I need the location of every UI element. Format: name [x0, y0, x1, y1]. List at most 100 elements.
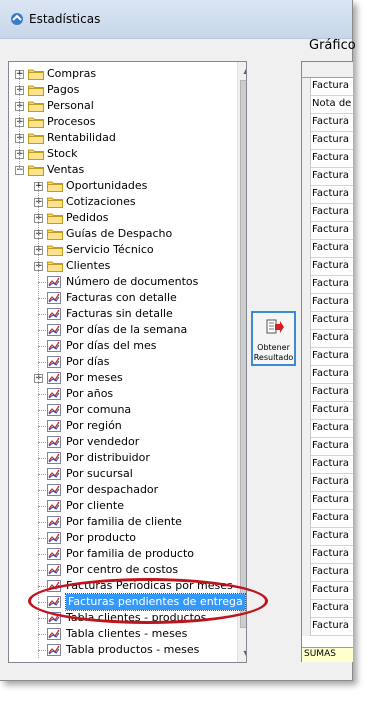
tree-item-report[interactable]: Por familia de producto — [9, 546, 237, 562]
tree-item-report[interactable]: Por distribuidor — [9, 450, 237, 466]
table-row[interactable]: Factura — [302, 564, 353, 582]
row-selector[interactable] — [302, 618, 311, 636]
table-row[interactable]: Factura — [302, 510, 353, 528]
table-row[interactable]: Factura — [302, 528, 353, 546]
row-selector[interactable] — [302, 150, 311, 168]
tree-item-folder[interactable]: + Procesos — [9, 114, 237, 130]
row-selector[interactable] — [302, 474, 311, 492]
table-row[interactable]: Factura — [302, 330, 353, 348]
results-grid[interactable]: SUMAS Factura Nota de Factura Factura Factur… — [301, 61, 353, 662]
scrollbar-thumb[interactable] — [240, 80, 246, 628]
table-row[interactable]: Factura — [302, 168, 353, 186]
table-row[interactable]: Factura — [302, 114, 353, 132]
tree-item-folder[interactable]: + Stock — [9, 146, 237, 162]
row-selector[interactable] — [302, 456, 311, 474]
row-selector[interactable] — [302, 510, 311, 528]
tree-item-report[interactable]: Por cliente — [9, 498, 237, 514]
row-selector[interactable] — [302, 330, 311, 348]
row-selector[interactable] — [302, 222, 311, 240]
tree-item-report[interactable]: Por centro de costos — [9, 562, 237, 578]
row-selector[interactable] — [302, 78, 311, 96]
tree-item-folder[interactable]: + Cotizaciones — [9, 194, 237, 210]
tree-item-report[interactable]: Por región — [9, 418, 237, 434]
row-selector[interactable] — [302, 384, 311, 402]
table-row[interactable]: Factura — [302, 78, 353, 96]
tree-item-report[interactable]: Por comuna — [9, 402, 237, 418]
tree-item-report[interactable]: Por producto — [9, 530, 237, 546]
tree-item-folder[interactable]: + Personal — [9, 98, 237, 114]
table-row[interactable]: Factura — [302, 366, 353, 384]
row-selector[interactable] — [302, 240, 311, 258]
row-selector[interactable] — [302, 168, 311, 186]
row-selector[interactable] — [302, 258, 311, 276]
row-selector[interactable] — [302, 438, 311, 456]
table-row[interactable]: Factura — [302, 294, 353, 312]
report-tree[interactable]: ▲ ▼ +Compras+Pagos+Personal+Procesos+Ren… — [8, 61, 247, 663]
table-row[interactable]: Factura — [302, 546, 353, 564]
tree-item-report[interactable]: Por vendedor — [9, 434, 237, 450]
table-row[interactable]: Factura — [302, 240, 353, 258]
tree-item-report[interactable]: Por sucursal — [9, 466, 237, 482]
row-selector[interactable] — [302, 204, 311, 222]
table-row[interactable]: Factura — [302, 420, 353, 438]
row-selector[interactable] — [302, 528, 311, 546]
table-row[interactable]: Factura — [302, 456, 353, 474]
row-selector[interactable] — [302, 582, 311, 600]
tree-item-report[interactable]: Número de documentos — [9, 274, 237, 290]
scroll-down-button[interactable]: ▼ — [238, 645, 246, 662]
tree-item-report[interactable]: Facturas con detalle — [9, 290, 237, 306]
table-row[interactable]: Factura — [302, 132, 353, 150]
table-row[interactable]: Factura — [302, 150, 353, 168]
row-selector[interactable] — [302, 546, 311, 564]
tree-item-folder[interactable]: + Pedidos — [9, 210, 237, 226]
tree-item-report[interactable]: Por días — [9, 354, 237, 370]
tree-item-report[interactable]: Tabla productos - meses — [9, 642, 237, 658]
table-row[interactable]: Factura — [302, 474, 353, 492]
tree-item-report[interactable]: Por días del mes — [9, 338, 237, 354]
tree-item-report[interactable]: Tabla clientes - meses — [9, 626, 237, 642]
table-row[interactable]: Factura — [302, 276, 353, 294]
table-row[interactable]: Factura — [302, 618, 353, 636]
tree-item-folder[interactable]: + Oportunidades — [9, 178, 237, 194]
table-row[interactable]: Factura — [302, 348, 353, 366]
tree-item-folder[interactable]: + Clientes — [9, 258, 237, 274]
row-selector[interactable] — [302, 348, 311, 366]
row-selector[interactable] — [302, 96, 311, 114]
row-selector[interactable] — [302, 564, 311, 582]
tree-item-report[interactable]: Por años — [9, 386, 237, 402]
table-row[interactable]: Factura — [302, 492, 353, 510]
row-selector[interactable] — [302, 186, 311, 204]
row-selector[interactable] — [302, 366, 311, 384]
table-row[interactable]: Factura — [302, 438, 353, 456]
tree-item-report[interactable]: + Por meses — [9, 370, 237, 386]
tree-item-report[interactable]: Por familia de cliente — [9, 514, 237, 530]
row-selector[interactable] — [302, 312, 311, 330]
scroll-up-button[interactable]: ▲ — [238, 62, 246, 79]
tree-scrollbar[interactable]: ▲ ▼ — [237, 62, 246, 662]
tree-item-folder[interactable]: + Servicio Técnico — [9, 242, 237, 258]
table-row[interactable]: Factura — [302, 258, 353, 276]
row-selector[interactable] — [302, 276, 311, 294]
tree-item-folder[interactable]: + Pagos — [9, 82, 237, 98]
table-row[interactable]: Factura — [302, 312, 353, 330]
tree-item-report[interactable]: Por días de la semana — [9, 322, 237, 338]
table-row[interactable]: Factura — [302, 582, 353, 600]
row-selector[interactable] — [302, 114, 311, 132]
table-row[interactable]: Factura — [302, 402, 353, 420]
row-selector[interactable] — [302, 132, 311, 150]
table-row[interactable]: Factura — [302, 204, 353, 222]
table-row[interactable]: Factura — [302, 222, 353, 240]
table-row[interactable]: Factura — [302, 384, 353, 402]
row-selector[interactable] — [302, 420, 311, 438]
row-selector[interactable] — [302, 294, 311, 312]
row-selector[interactable] — [302, 600, 311, 618]
table-row[interactable]: Factura — [302, 600, 353, 618]
tree-item-report[interactable]: Por despachador — [9, 482, 237, 498]
obtain-result-button[interactable]: Obtener Resultado — [251, 311, 296, 366]
table-row[interactable]: Factura — [302, 186, 353, 204]
tree-item-folder[interactable]: + Rentabilidad — [9, 130, 237, 146]
row-selector[interactable] — [302, 492, 311, 510]
tree-item-report[interactable]: Facturas sin detalle — [9, 306, 237, 322]
tree-item-folder[interactable]: + Compras — [9, 66, 237, 82]
table-row[interactable]: Nota de — [302, 96, 353, 114]
